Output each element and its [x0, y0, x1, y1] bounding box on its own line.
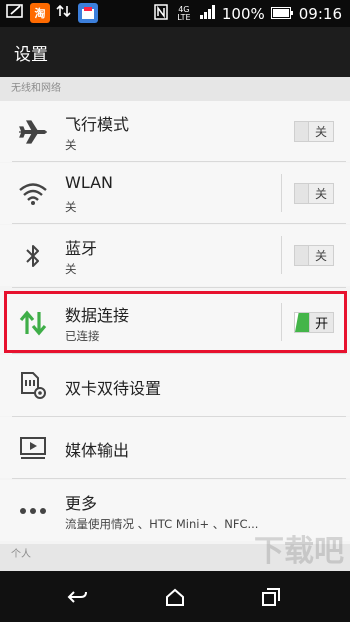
recents-icon [262, 588, 280, 606]
divider [12, 478, 346, 479]
wlan-toggle[interactable]: 关 [294, 183, 334, 204]
divider [12, 223, 346, 224]
row-separator [281, 236, 282, 274]
home-button[interactable] [160, 585, 190, 609]
edit-notification-icon [6, 3, 24, 23]
toggle-on-indicator [295, 313, 310, 332]
section-header-personal: 个人 [0, 544, 350, 571]
row-title: 数据连接 [65, 306, 130, 325]
row-title: 媒体输出 [65, 441, 130, 460]
system-status: 4G LTE 100% 09:16 [154, 4, 342, 24]
settings-row-more[interactable]: 更多 流量使用情况 、HTC Mini+ 、NFC... [0, 480, 350, 541]
app-store-icon [78, 3, 98, 23]
clock: 09:16 [298, 5, 342, 23]
row-subtitle: 流量使用情况 、HTC Mini+ 、NFC... [65, 517, 259, 531]
recents-button[interactable] [256, 585, 286, 609]
settings-row-dual-sim[interactable]: 双卡双待设置 [0, 355, 350, 416]
row-title: 双卡双待设置 [65, 379, 162, 398]
row-separator [281, 174, 282, 212]
settings-row-bluetooth[interactable]: 蓝牙 关 关 [0, 225, 350, 286]
taobao-app-icon: 淘 [30, 3, 50, 23]
sim-settings-icon [18, 372, 48, 400]
settings-row-airplane-mode[interactable]: 飞行模式 关 关 [0, 101, 350, 162]
page-title: 设置 [14, 45, 48, 65]
row-title: 飞行模式 [65, 115, 130, 134]
settings-row-mobile-data[interactable]: 数据连接 已连接 开 [0, 292, 350, 353]
row-subtitle: 关 [65, 262, 77, 276]
divider [12, 287, 346, 288]
airplane-icon [18, 118, 48, 146]
navigation-bar [0, 571, 350, 622]
bluetooth-icon [18, 242, 48, 270]
section-header-wireless: 无线和网络 [0, 77, 350, 101]
media-output-icon [18, 434, 48, 462]
row-subtitle: 已连接 [65, 329, 100, 343]
divider [12, 353, 346, 354]
status-bar: 淘 4G LTE 100% 09:16 [0, 0, 350, 27]
battery-icon [270, 5, 293, 23]
row-title: 蓝牙 [65, 239, 98, 258]
toggle-label: 关 [308, 122, 333, 141]
row-subtitle: 关 [65, 138, 77, 152]
data-transfer-icon [56, 3, 72, 23]
row-separator [281, 303, 282, 341]
divider [12, 161, 346, 162]
mobile-data-toggle[interactable]: 开 [294, 312, 334, 333]
network-type-label: 4G LTE [177, 5, 191, 22]
toggle-label: 开 [309, 313, 333, 332]
row-subtitle: 关 [65, 200, 77, 214]
battery-level: 100% [221, 5, 265, 23]
wifi-icon [18, 180, 48, 208]
nfc-icon [154, 4, 168, 24]
row-title: WLAN [65, 173, 114, 192]
signal-icon [199, 5, 216, 23]
bluetooth-toggle[interactable]: 关 [294, 245, 334, 266]
settings-row-wlan[interactable]: WLAN 关 关 [0, 163, 350, 224]
toggle-label: 关 [308, 246, 333, 265]
notification-icons: 淘 [6, 3, 98, 23]
more-icon [18, 497, 48, 525]
home-icon [166, 588, 184, 606]
settings-row-media-output[interactable]: 媒体输出 [0, 417, 350, 478]
toggle-label: 关 [308, 184, 333, 203]
action-bar: 设置 [0, 27, 350, 77]
row-title: 更多 [65, 494, 98, 513]
data-arrows-icon [18, 309, 48, 337]
back-button[interactable] [62, 585, 92, 609]
airplane-mode-toggle[interactable]: 关 [294, 121, 334, 142]
back-icon [67, 591, 87, 603]
